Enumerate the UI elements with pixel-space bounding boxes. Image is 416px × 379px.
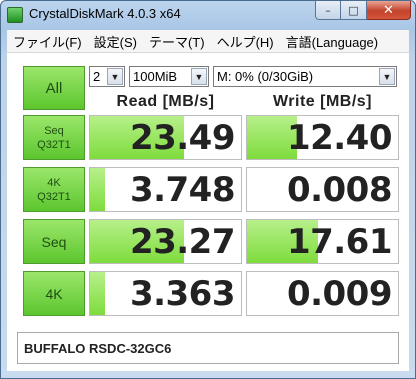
write-value: 0.009 (286, 274, 393, 314)
test-count-value: 2 (93, 69, 101, 84)
app-icon (7, 7, 23, 23)
chevron-down-icon: ▼ (107, 68, 123, 85)
maximize-button[interactable]: □ (341, 1, 367, 20)
menu-language[interactable]: 言語(Language) (280, 32, 385, 51)
seq-q32t1-button[interactable]: Seq Q32T1 (23, 115, 85, 160)
main-panel: All 2 ▼ 100MiB ▼ M: 0% (0/30GiB) ▼ Read … (7, 53, 409, 371)
row-label-line1: Seq (41, 233, 67, 250)
chevron-down-icon: ▼ (191, 68, 207, 85)
write-value: 17.61 (286, 222, 393, 262)
row-label-line1: 4K (45, 285, 63, 302)
row-label-line2: Q32T1 (37, 138, 71, 151)
app-window: CrystalDiskMark 4.0.3 x64 – □ ✕ ファイル(F) … (0, 0, 416, 379)
read-result-4k-q32t1: 3.748 (89, 167, 242, 212)
title-bar[interactable]: CrystalDiskMark 4.0.3 x64 – □ ✕ (1, 1, 415, 29)
menu-bar: ファイル(F) 設定(S) テーマ(T) ヘルプ(H) 言語(Language) (7, 30, 409, 53)
write-result-4k-q32t1: 0.008 (246, 167, 399, 212)
window-title: CrystalDiskMark 4.0.3 x64 (29, 6, 181, 21)
write-result-seq: 17.61 (246, 219, 399, 264)
read-result-seq-q32t1: 23.49 (89, 115, 242, 160)
row-label-line1: Seq (44, 124, 64, 137)
read-value: 23.27 (129, 222, 236, 262)
chevron-down-icon: ▼ (379, 68, 395, 85)
all-button[interactable]: All (23, 66, 85, 110)
drive-select[interactable]: M: 0% (0/30GiB) ▼ (213, 66, 397, 87)
menu-settings[interactable]: 設定(S) (88, 32, 143, 51)
row-label-line1: 4K (47, 176, 61, 189)
test-size-select[interactable]: 100MiB ▼ (129, 66, 209, 87)
4k-q32t1-button[interactable]: 4K Q32T1 (23, 167, 85, 212)
4k-button[interactable]: 4K (23, 271, 85, 316)
write-header: Write [MB/s] (272, 93, 373, 110)
write-value: 0.008 (286, 170, 393, 210)
write-value: 12.40 (286, 118, 393, 158)
write-result-seq-q32t1: 12.40 (246, 115, 399, 160)
comment-field[interactable]: BUFFALO RSDC-32GC6 (17, 332, 399, 364)
read-value: 3.748 (129, 170, 236, 210)
caption-buttons: – □ ✕ (315, 1, 411, 21)
read-bar (90, 168, 106, 211)
test-size-value: 100MiB (133, 69, 178, 84)
seq-button[interactable]: Seq (23, 219, 85, 264)
drive-value: M: 0% (0/30GiB) (217, 69, 314, 84)
read-header: Read [MB/s] (116, 93, 215, 110)
read-value: 3.363 (129, 274, 236, 314)
test-count-select[interactable]: 2 ▼ (89, 66, 125, 87)
menu-help[interactable]: ヘルプ(H) (211, 32, 280, 51)
read-value: 23.49 (129, 118, 236, 158)
write-result-4k: 0.009 (246, 271, 399, 316)
read-bar (90, 272, 106, 315)
minimize-button[interactable]: – (315, 1, 341, 20)
close-button[interactable]: ✕ (367, 1, 411, 20)
read-result-4k: 3.363 (89, 271, 242, 316)
row-label-line2: Q32T1 (37, 190, 71, 203)
read-result-seq: 23.27 (89, 219, 242, 264)
menu-theme[interactable]: テーマ(T) (143, 32, 211, 51)
menu-file[interactable]: ファイル(F) (7, 32, 88, 51)
